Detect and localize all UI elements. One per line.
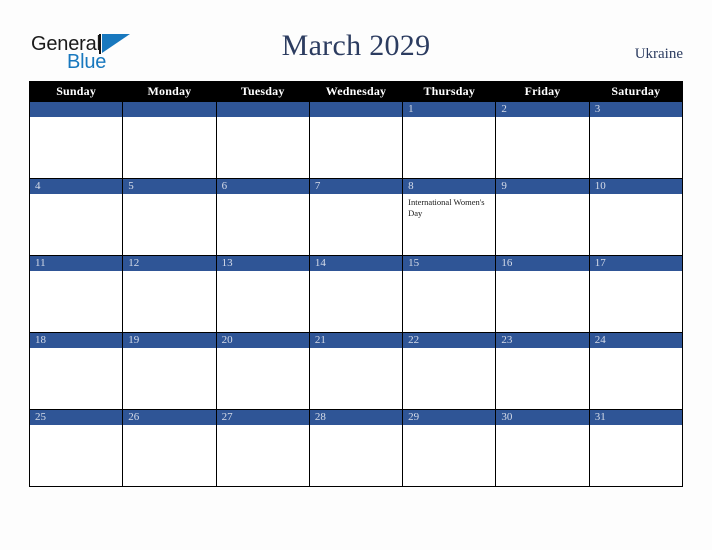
calendar-day-cell[interactable]: 21	[308, 332, 404, 410]
calendar-day-cell[interactable]: 30	[495, 409, 590, 487]
day-number: 13	[216, 256, 309, 271]
page-header: General Blue March 2029 Ukraine	[0, 0, 712, 80]
calendar-day-cell[interactable]: 28	[308, 409, 404, 487]
calendar-day-cell[interactable]: 10	[588, 178, 684, 256]
calendar-day-cell[interactable]: 16	[495, 255, 590, 333]
day-number: 18	[30, 333, 123, 348]
calendar-empty-cell	[122, 101, 217, 179]
day-number: 23	[496, 333, 589, 348]
weekday-header-friday: Friday	[495, 81, 590, 102]
calendar-day-cell[interactable]: 19	[122, 332, 217, 410]
day-number: 27	[216, 410, 309, 425]
day-number: 5	[123, 179, 216, 194]
weekday-header-saturday: Saturday	[588, 81, 684, 102]
calendar-day-cell[interactable]: 3	[588, 101, 684, 179]
calendar-day-cell[interactable]: 9	[495, 178, 590, 256]
calendar-day-cell[interactable]: 24	[588, 332, 684, 410]
calendar-day-cell[interactable]: 18	[28, 332, 124, 410]
day-number: 16	[496, 256, 589, 271]
calendar-day-cell[interactable]: 17	[588, 255, 684, 333]
day-number: 20	[216, 333, 309, 348]
calendar-day-cell[interactable]: 2	[495, 101, 590, 179]
calendar-body: 1 2 3 4 5 6 7 8 International Women's Day 9 10 11 12…	[28, 101, 684, 487]
calendar-day-cell[interactable]: 5	[122, 178, 217, 256]
calendar-day-cell[interactable]: 15	[402, 255, 497, 333]
day-number: 28	[309, 410, 403, 425]
weekday-header-thursday: Thursday	[402, 81, 497, 102]
calendar-day-cell[interactable]: 27	[215, 409, 310, 487]
day-number: 9	[496, 179, 589, 194]
day-number: 15	[403, 256, 496, 271]
calendar-day-cell[interactable]: 7	[308, 178, 404, 256]
calendar-week-row: 18 19 20 21 22 23 24	[28, 332, 684, 410]
calendar-day-cell[interactable]: 23	[495, 332, 590, 410]
weekday-header-wednesday: Wednesday	[308, 81, 404, 102]
calendar-week-row: 123	[28, 101, 684, 179]
day-events: International Women's Day	[403, 194, 495, 219]
calendar-day-cell[interactable]: 4	[28, 178, 124, 256]
day-number: 30	[496, 410, 589, 425]
weekday-header-tuesday: Tuesday	[215, 81, 310, 102]
page-title: March 2029	[281, 29, 431, 62]
calendar-day-cell[interactable]: 25	[28, 409, 124, 487]
country-label: Ukraine	[634, 46, 683, 62]
weekday-header-sunday: Sunday	[28, 81, 124, 102]
calendar-day-cell[interactable]: 12	[122, 255, 217, 333]
day-number: 10	[589, 179, 682, 194]
day-number: 21	[309, 333, 403, 348]
calendar-empty-cell	[28, 101, 124, 179]
day-number: 29	[403, 410, 496, 425]
day-number: 8	[403, 179, 496, 194]
day-number	[30, 102, 123, 117]
calendar-day-cell[interactable]: 31	[588, 409, 684, 487]
day-number: 2	[496, 102, 589, 117]
day-number: 3	[589, 102, 682, 117]
day-number: 19	[123, 333, 216, 348]
day-number	[216, 102, 309, 117]
calendar-day-cell[interactable]: 26	[122, 409, 217, 487]
calendar-week-row: 25 26 27 28 29 30 31	[28, 409, 684, 487]
day-number: 12	[123, 256, 216, 271]
day-number: 25	[30, 410, 123, 425]
calendar-day-cell[interactable]: 14	[308, 255, 404, 333]
day-number: 1	[403, 102, 496, 117]
calendar-day-cell[interactable]: 13	[215, 255, 310, 333]
calendar-empty-cell	[308, 101, 404, 179]
day-number: 24	[589, 333, 682, 348]
calendar-week-row: 11 12 13 14 15 16 17	[28, 255, 684, 333]
day-number: 22	[403, 333, 496, 348]
day-number	[123, 102, 216, 117]
calendar-day-cell[interactable]: 29	[402, 409, 497, 487]
calendar-day-cell[interactable]: 20	[215, 332, 310, 410]
day-number	[309, 102, 403, 117]
day-number: 7	[309, 179, 403, 194]
calendar-day-cell[interactable]: 8 International Women's Day	[402, 178, 497, 256]
calendar-day-cell[interactable]: 6	[215, 178, 310, 256]
day-number: 4	[30, 179, 123, 194]
calendar-day-cell[interactable]: 1	[402, 101, 497, 179]
calendar-week-row: 4 5 6 7 8 International Women's Day 9 10	[28, 178, 684, 256]
weekday-header-row: Sunday Monday Tuesday Wednesday Thursday…	[28, 81, 684, 102]
calendar-page: General Blue March 2029 Ukraine Sunday M…	[0, 0, 712, 550]
day-number: 11	[30, 256, 123, 271]
day-number: 26	[123, 410, 216, 425]
day-number: 6	[216, 179, 309, 194]
day-number: 31	[589, 410, 682, 425]
weekday-header-monday: Monday	[122, 81, 217, 102]
calendar-day-cell[interactable]: 11	[28, 255, 124, 333]
day-number: 14	[309, 256, 403, 271]
day-number: 17	[589, 256, 682, 271]
holiday-event: International Women's Day	[408, 197, 485, 218]
calendar-day-cell[interactable]: 22	[402, 332, 497, 410]
calendar-empty-cell	[215, 101, 310, 179]
calendar-grid: Sunday Monday Tuesday Wednesday Thursday…	[28, 81, 684, 487]
